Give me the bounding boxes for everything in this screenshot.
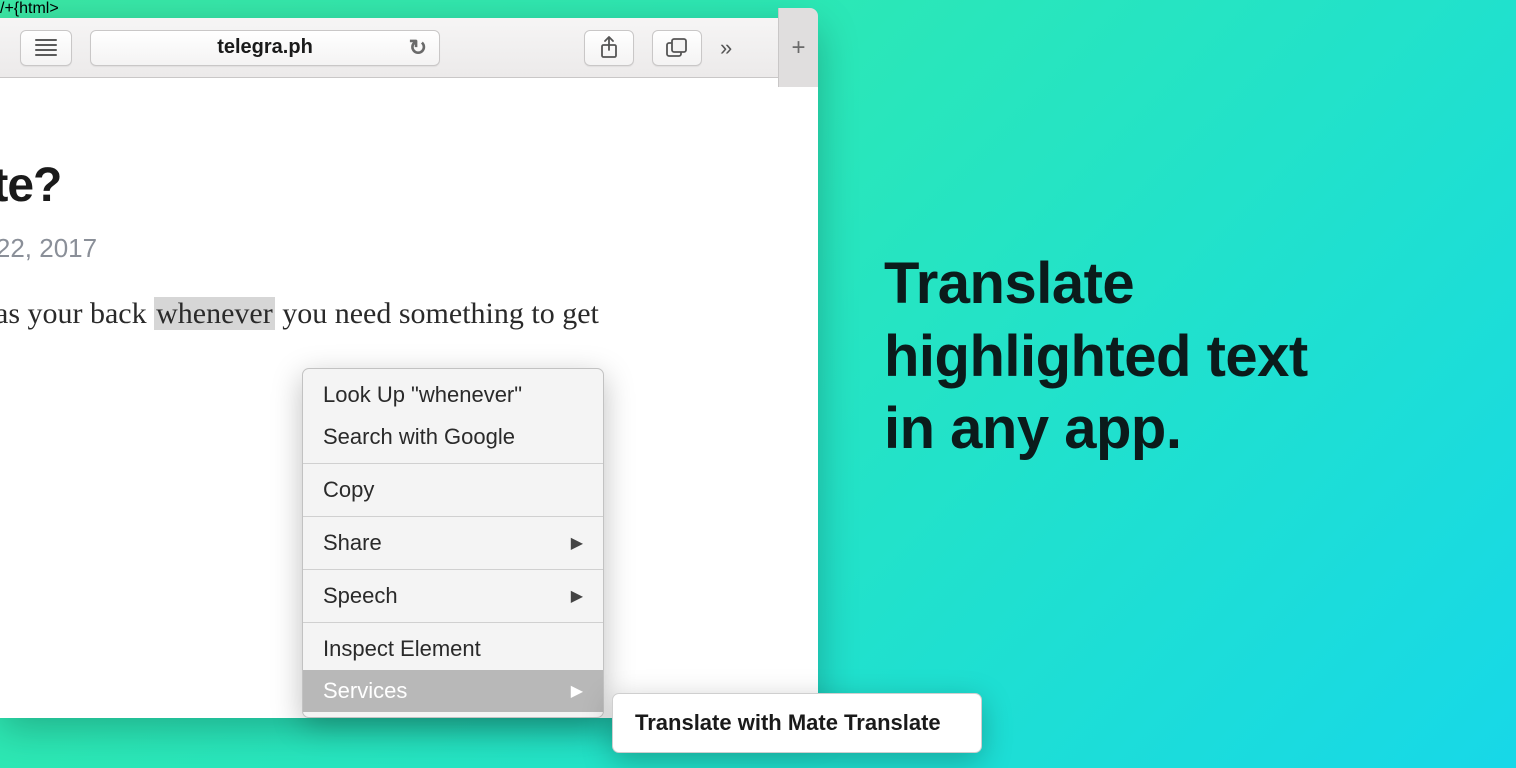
services-submenu: Translate with Mate Translate	[612, 693, 982, 753]
address-bar[interactable]: telegra.ph ↻	[90, 30, 440, 66]
refresh-icon[interactable]: ↻	[409, 35, 427, 61]
toolbar-overflow-button[interactable]: »	[720, 35, 756, 61]
ctx-separator	[303, 569, 603, 570]
submenu-translate-mate[interactable]: Translate with Mate Translate	[613, 701, 981, 745]
promo-headline: Translate highlighted text in any app.	[884, 248, 1308, 466]
reader-lines-icon	[35, 39, 57, 56]
tabs-icon	[666, 38, 688, 58]
new-tab-button[interactable]: +	[778, 8, 818, 87]
ctx-services[interactable]: Services ▶	[303, 670, 603, 712]
ctx-search-google[interactable]: Search with Google	[303, 416, 603, 458]
ctx-separator	[303, 622, 603, 623]
headline-line3: in any app.	[884, 393, 1308, 466]
ctx-separator	[303, 463, 603, 464]
headline-line2: highlighted text	[884, 321, 1308, 394]
chevron-right-icon: ▶	[571, 586, 583, 606]
chevron-right-icon: ▶	[571, 681, 583, 701]
browser-toolbar: telegra.ph ↻ » +	[0, 18, 818, 78]
headline-line1: Translate	[884, 248, 1308, 321]
share-icon	[599, 36, 619, 60]
ctx-copy[interactable]: Copy	[303, 469, 603, 511]
reader-view-button[interactable]	[20, 30, 72, 66]
page-title-fragment: ite?	[0, 158, 818, 213]
share-button[interactable]	[584, 30, 634, 66]
address-text: telegra.ph	[217, 36, 313, 59]
ctx-lookup[interactable]: Look Up "whenever"	[303, 374, 603, 416]
highlighted-word[interactable]: whenever	[154, 297, 275, 330]
body-suffix: you need something to get	[275, 297, 599, 330]
body-prefix: nas your back	[0, 297, 154, 330]
ctx-share[interactable]: Share ▶	[303, 522, 603, 564]
chevron-right-icon: ▶	[571, 533, 583, 553]
tabs-overview-button[interactable]	[652, 30, 702, 66]
context-menu: Look Up "whenever" Search with Google Co…	[302, 368, 604, 718]
ctx-separator	[303, 516, 603, 517]
ctx-inspect-element[interactable]: Inspect Element	[303, 628, 603, 670]
ctx-speech[interactable]: Speech ▶	[303, 575, 603, 617]
page-date-fragment: r 22, 2017	[0, 233, 818, 264]
page-body-text[interactable]: nas your back whenever you need somethin…	[0, 294, 818, 335]
